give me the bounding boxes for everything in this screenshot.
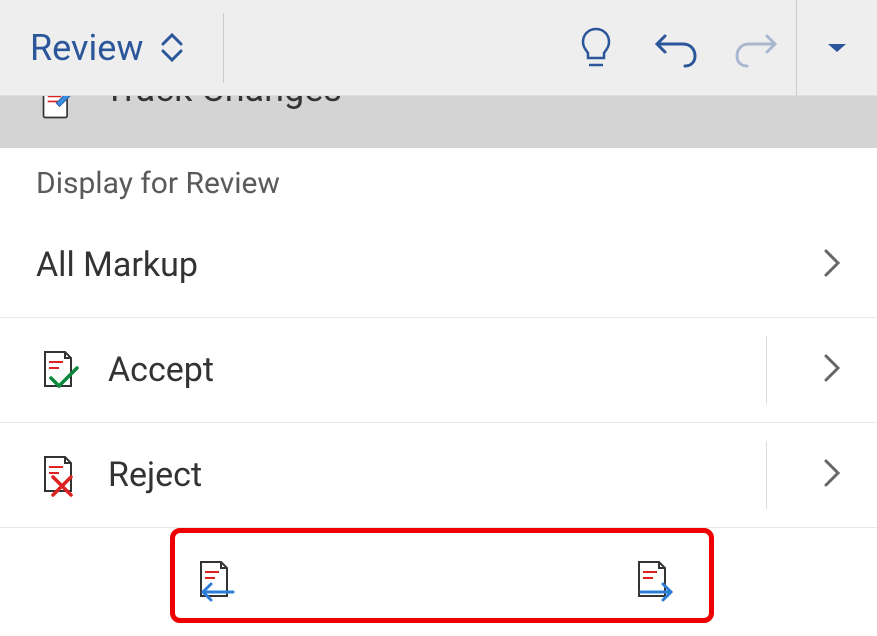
redo-button <box>716 0 796 95</box>
divider <box>766 336 767 404</box>
all-markup-label: All Markup <box>36 245 198 285</box>
track-changes-label: Track Changes <box>104 96 342 110</box>
tell-me-button[interactable] <box>556 0 636 95</box>
doc-next-icon <box>629 558 677 606</box>
reject-row[interactable]: Reject <box>0 423 877 528</box>
chevron-right-icon <box>823 248 841 282</box>
next-change-button[interactable] <box>629 558 677 606</box>
undo-icon <box>653 28 699 68</box>
accept-icon <box>36 348 82 392</box>
dropdown-icon <box>826 41 848 55</box>
undo-button[interactable] <box>636 0 716 95</box>
navigation-row <box>0 528 877 636</box>
divider <box>766 441 767 509</box>
accept-label: Accept <box>108 350 214 390</box>
redo-icon <box>733 28 779 68</box>
reject-label: Reject <box>108 455 202 495</box>
tab-label: Review <box>30 27 143 69</box>
tab-review[interactable]: Review <box>0 0 213 95</box>
more-menu-button[interactable] <box>797 0 877 95</box>
track-changes-row[interactable]: Track Changes <box>0 96 877 148</box>
updown-icon <box>161 33 183 62</box>
chevron-right-icon <box>823 353 841 387</box>
accept-row[interactable]: Accept <box>0 318 877 423</box>
doc-prev-icon <box>191 558 239 606</box>
lightbulb-icon <box>578 25 614 71</box>
toolbar-header: Review <box>0 0 877 96</box>
chevron-right-icon <box>823 458 841 492</box>
previous-change-button[interactable] <box>191 558 239 606</box>
track-changes-icon <box>38 96 76 120</box>
display-for-review-label: Display for Review <box>0 148 877 213</box>
reject-icon <box>36 453 82 497</box>
all-markup-row[interactable]: All Markup <box>0 213 877 318</box>
divider <box>223 13 224 83</box>
